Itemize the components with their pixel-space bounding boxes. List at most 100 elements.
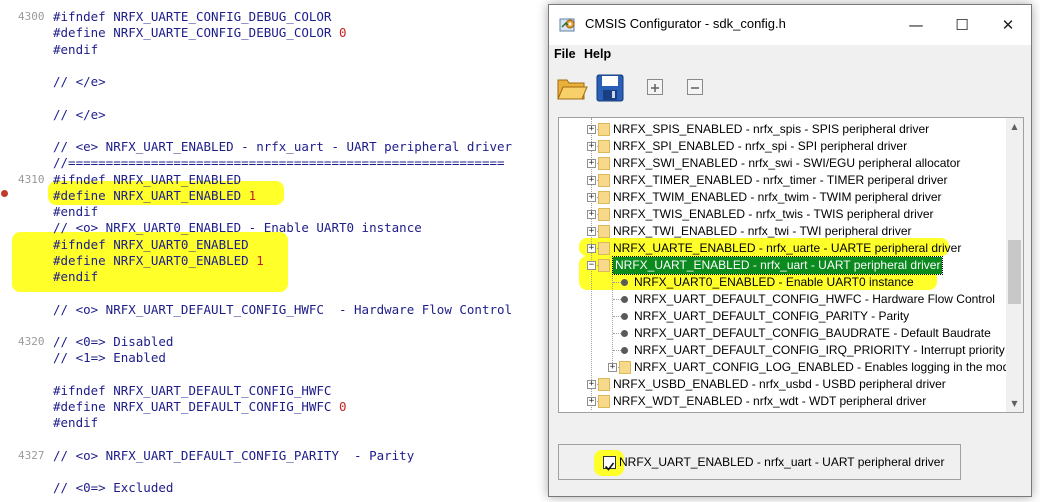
code-token: #define NRFX_UARTE_CONFIG_DEBUG_COLOR: [53, 25, 339, 41]
toolbar: [549, 67, 1031, 111]
expand-node-icon[interactable]: +: [587, 159, 596, 168]
tree-item-label: NRFX_TIMER_ENABLED - nrfx_timer - TIMER …: [613, 173, 948, 187]
tree-item[interactable]: NRFX_UART0_ENABLED - Enable UART0 instan…: [559, 274, 1007, 291]
tree-item[interactable]: NRFX_UART_DEFAULT_CONFIG_HWFC - Hardware…: [559, 291, 1007, 308]
tree-item[interactable]: + NRFX_SPIS_ENABLED - nrfx_spis - SPIS pe…: [559, 121, 1007, 138]
tree-item[interactable]: NRFX_UART_DEFAULT_CONFIG_PARITY - Parity: [559, 308, 1007, 325]
option-bullet-icon: [621, 347, 628, 354]
option-bullet-icon: [621, 313, 628, 320]
expand-node-icon[interactable]: +: [587, 193, 596, 202]
save-disk-icon: [596, 74, 624, 102]
line-number: 4310: [18, 172, 45, 186]
expand-button[interactable]: [647, 79, 663, 95]
minimize-button[interactable]: —: [893, 5, 939, 45]
expand-node-icon[interactable]: +: [587, 380, 596, 389]
tree-item[interactable]: + NRFX_UARTE_ENABLED - nrfx_uarte - UARTE…: [559, 240, 1007, 257]
menu-help[interactable]: Help: [584, 47, 611, 61]
code-token: //======================================…: [53, 155, 505, 171]
scroll-thumb[interactable]: [1008, 240, 1021, 304]
minus-icon: [691, 87, 699, 89]
code-text: #endif: [53, 268, 98, 285]
tree-item[interactable]: + NRFX_TWIM_ENABLED - nrfx_twim - TWIM pe…: [559, 189, 1007, 206]
code-text: // <o> NRFX_UART0_ENABLED - Enable UART0…: [53, 219, 422, 236]
code-token: #ifndef NRFX_UARTE_CONFIG_DEBUG_COLOR: [53, 9, 332, 24]
code-token: // </e>: [53, 106, 106, 122]
code-text: #endif: [53, 41, 98, 58]
code-text: #ifndef NRFX_UARTE_CONFIG_DEBUG_COLOR: [53, 8, 331, 25]
folder-icon: [598, 242, 610, 255]
tree-item[interactable]: + NRFX_SWI_ENABLED - nrfx_swi - SWI/EGU p…: [559, 155, 1007, 172]
tree-item-label: NRFX_UART_DEFAULT_CONFIG_BAUDRATE - Defa…: [634, 326, 991, 340]
option-bullet-icon: [621, 330, 628, 337]
code-token: #ifndef NRFX_UART0_ENABLED: [53, 236, 249, 252]
expand-node-icon[interactable]: +: [587, 210, 596, 219]
maximize-button[interactable]: ☐: [939, 5, 985, 45]
expand-node-icon[interactable]: +: [587, 142, 596, 151]
code-token: #define NRFX_UART0_ENABLED: [53, 252, 257, 268]
minimize-icon: —: [908, 16, 924, 34]
close-button[interactable]: ✕: [985, 5, 1031, 45]
tree-item[interactable]: + NRFX_USBD_ENABLED - nrfx_usbd - USBD pe…: [559, 376, 1007, 393]
folder-icon: [598, 395, 610, 408]
option-bullet-icon: [621, 296, 628, 303]
code-token: #ifndef NRFX_UART_DEFAULT_CONFIG_HWFC: [53, 382, 332, 398]
expand-node-icon[interactable]: +: [587, 244, 596, 253]
code-text: #define NRFX_UART0_ENABLED 1: [53, 252, 264, 269]
code-token: #endif: [53, 204, 99, 219]
code-token: // <o> NRFX_UART_DEFAULT_CONFIG_PARITY -…: [53, 447, 415, 463]
expand-node-icon[interactable]: +: [608, 363, 617, 372]
tree-item[interactable]: + NRFX_TWIS_ENABLED - nrfx_twis - TWIS pe…: [559, 206, 1007, 223]
tree-item[interactable]: + NRFX_SPI_ENABLED - nrfx_spi - SPI perip…: [559, 138, 1007, 155]
code-token: // <0=> Excluded: [53, 480, 174, 496]
app-gear-icon: [559, 18, 575, 32]
folder-icon: [598, 191, 610, 204]
folder-icon: [619, 361, 631, 374]
enable-checkbox[interactable]: [603, 456, 616, 471]
code-token: // <o> NRFX_UART_DEFAULT_CONFIG_HWFC - H…: [53, 301, 513, 317]
code-text: #define NRFX_UART_ENABLED 1: [53, 187, 256, 204]
save-button[interactable]: [593, 71, 627, 105]
expand-node-icon[interactable]: +: [587, 397, 596, 406]
tree-item-label: NRFX_UART0_ENABLED - Enable UART0 instan…: [634, 275, 914, 289]
code-token: #endif: [53, 269, 99, 284]
title-bar[interactable]: CMSIS Configurator - sdk_config.h — ☐ ✕: [549, 5, 1031, 45]
config-tree[interactable]: + NRFX_SPIS_ENABLED - nrfx_spis - SPIS pe…: [558, 117, 1024, 413]
code-token: #endif: [53, 41, 99, 57]
code-token: // <1=> Enabled: [53, 350, 166, 366]
code-text: // <0=> Disabled: [53, 333, 173, 350]
code-text: // <e> NRFX_UART_ENABLED - nrfx_uart - U…: [53, 138, 512, 155]
collapse-button[interactable]: [687, 79, 703, 95]
menu-file[interactable]: File: [554, 47, 576, 61]
tree-item-label: NRFX_UART_DEFAULT_CONFIG_PARITY - Parity: [634, 309, 910, 323]
tree-item-label: NRFX_UARTE_ENABLED - nrfx_uarte - UARTE …: [613, 241, 962, 255]
code-text: #ifndef NRFX_UART0_ENABLED: [53, 236, 249, 253]
scroll-up-arrow[interactable]: ▲: [1006, 118, 1023, 135]
expand-node-icon[interactable]: +: [587, 227, 596, 236]
expand-node-icon[interactable]: +: [587, 125, 596, 134]
tree-item-label: NRFX_TWIS_ENABLED - nrfx_twis - TWIS per…: [613, 207, 934, 221]
tree-item[interactable]: NRFX_UART_DEFAULT_CONFIG_BAUDRATE - Defa…: [559, 325, 1007, 342]
tree-item-label: NRFX_UART_DEFAULT_CONFIG_IRQ_PRIORITY - …: [634, 343, 1005, 357]
collapse-node-icon[interactable]: −: [587, 261, 596, 270]
tree-item[interactable]: + NRFX_TWI_ENABLED - nrfx_twi - TWI perip…: [559, 223, 1007, 240]
tree-item-label: NRFX_SPI_ENABLED - nrfx_spi - SPI periph…: [613, 139, 908, 153]
tree-item-label: NRFX_WDT_ENABLED - nrfx_wdt - WDT periph…: [613, 394, 927, 408]
tree-item-label: NRFX_UART_DEFAULT_CONFIG_HWFC - Hardware…: [634, 292, 995, 306]
scroll-down-arrow[interactable]: ▼: [1006, 395, 1023, 412]
code-text: //======================================…: [53, 154, 505, 171]
tree-item[interactable]: + NRFX_TIMER_ENABLED - nrfx_timer - TIMER…: [559, 172, 1007, 189]
tree-item-label-selected: NRFX_UART_ENABLED - nrfx_uart - UART per…: [611, 256, 944, 275]
tree-item[interactable]: + NRFX_UART_CONFIG_LOG_ENABLED - Enables …: [559, 359, 1023, 376]
tree-item-label: NRFX_UART_CONFIG_LOG_ENABLED - Enables l…: [634, 360, 1024, 374]
code-token: // <e> NRFX_UART_ENABLED - nrfx_uart - U…: [53, 139, 513, 154]
tree-item[interactable]: − NRFX_UART_ENABLED - nrfx_uart - UART pe…: [559, 256, 1007, 275]
option-bullet-icon: [621, 279, 628, 286]
expand-node-icon[interactable]: +: [587, 176, 596, 185]
open-button[interactable]: [555, 71, 589, 105]
vertical-scrollbar[interactable]: ▲ ▼: [1006, 118, 1023, 412]
tree-item[interactable]: + NRFX_WDT_ENABLED - nrfx_wdt - WDT perip…: [559, 393, 1007, 410]
tree-item[interactable]: NRFX_UART_DEFAULT_CONFIG_IRQ_PRIORITY - …: [559, 342, 1007, 359]
code-number-literal: 0: [338, 399, 347, 414]
tree-item-label: NRFX_SWI_ENABLED - nrfx_swi - SWI/EGU pe…: [613, 156, 961, 170]
code-number-literal: 0: [338, 25, 347, 41]
